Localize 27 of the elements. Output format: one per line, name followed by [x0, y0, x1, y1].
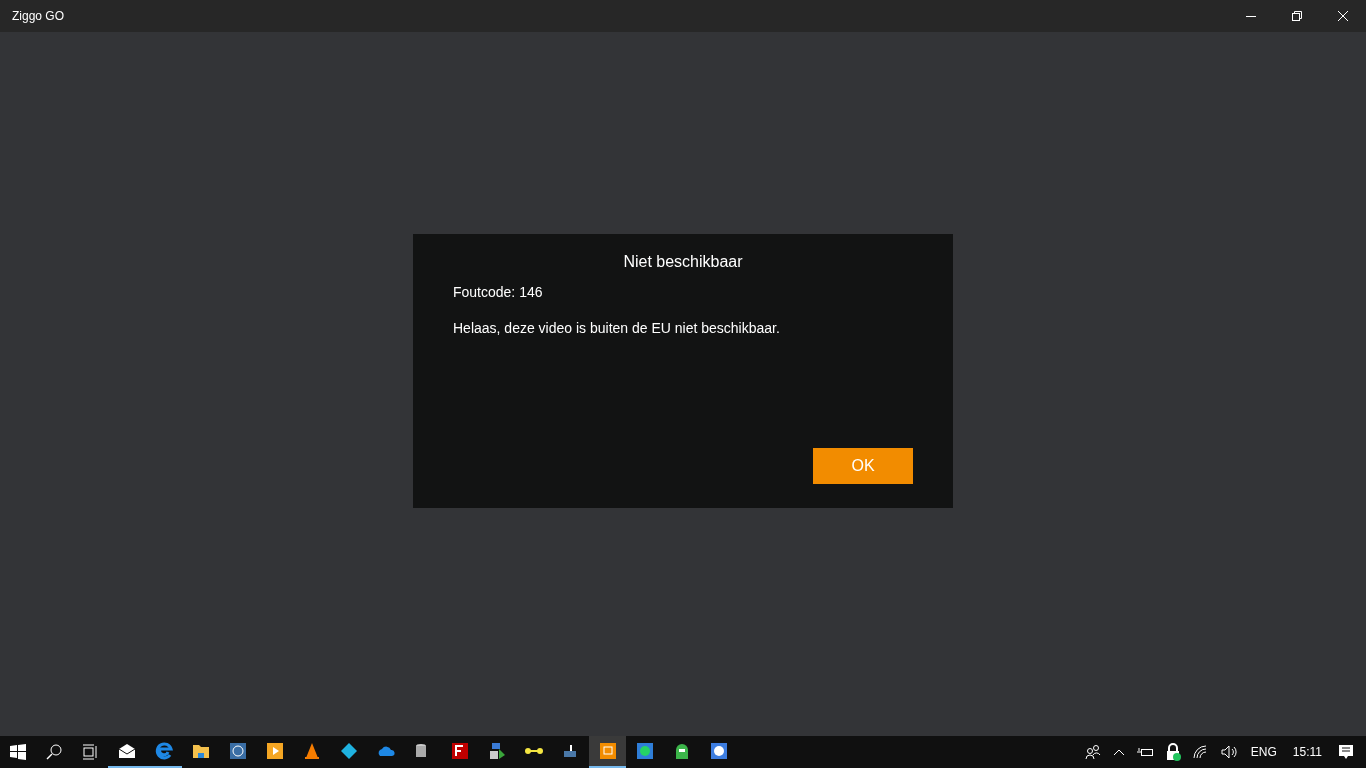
window-title: Ziggo GO [12, 8, 65, 24]
people-icon[interactable] [1084, 744, 1101, 760]
film-icon [708, 741, 729, 761]
battery-icon[interactable] [1136, 746, 1153, 758]
language-indicator[interactable]: ENG [1250, 744, 1277, 760]
chat-icon [634, 741, 655, 761]
envelope-icon [116, 741, 137, 761]
speaker-icon[interactable] [1220, 745, 1239, 759]
browser-icon [153, 741, 174, 761]
minimize-icon [1246, 15, 1256, 17]
task-view-icon [82, 744, 98, 760]
restore-icon [1292, 11, 1302, 21]
dialog-title: Niet beschikbaar [622, 252, 744, 272]
taskbar-app[interactable] [589, 736, 626, 768]
wifi-icon[interactable] [1192, 745, 1209, 759]
app-icon [227, 741, 248, 761]
app-icon [449, 741, 470, 761]
error-code: Foutcode: 146 [453, 283, 544, 302]
chevron-up-icon[interactable] [1112, 748, 1125, 756]
clock[interactable]: 15:11 [1288, 744, 1326, 760]
error-message: Helaas, deze video is buiten de EU niet beschikbaar. [453, 319, 781, 338]
windows-icon [10, 744, 26, 760]
search-icon [46, 744, 62, 760]
notifications-icon[interactable] [1338, 744, 1354, 760]
close-icon [1338, 11, 1348, 21]
app-icon [597, 741, 618, 761]
play-icon [264, 741, 285, 761]
